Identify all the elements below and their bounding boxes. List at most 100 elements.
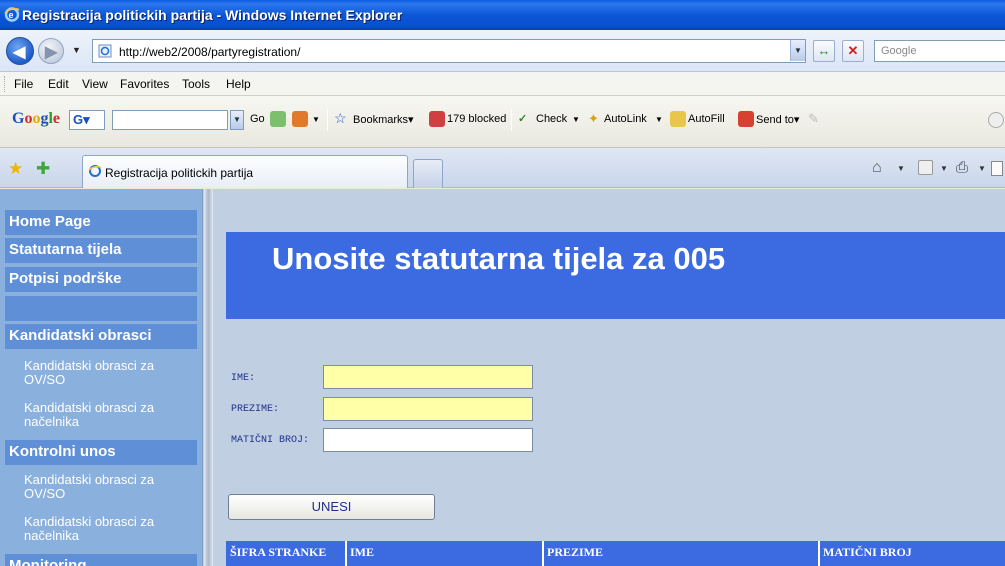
popup-blocker-icon <box>429 111 445 127</box>
google-go-button[interactable]: Go <box>250 113 265 125</box>
page-menu-icon[interactable] <box>991 161 1003 176</box>
prezime-label: PREZIME: <box>231 404 280 415</box>
title-bar: e Registracija politickih partija - Wind… <box>0 0 1005 30</box>
feed-dropdown-icon[interactable]: ▼ <box>940 164 948 173</box>
unesi-button[interactable]: UNESI <box>228 494 435 520</box>
frame-splitter[interactable] <box>204 189 213 566</box>
menu-help[interactable]: Help <box>226 77 251 91</box>
home-dropdown-icon[interactable]: ▼ <box>897 164 905 173</box>
sidebar-item-home[interactable]: Home Page <box>5 210 197 235</box>
sidebar-spacer <box>5 296 197 321</box>
address-url: http://web2/2008/partyregistration/ <box>119 45 301 59</box>
address-input[interactable]: http://web2/2008/partyregistration/ <box>92 39 806 63</box>
ime-input[interactable] <box>323 365 533 389</box>
column-header-prezime[interactable]: PREZIME <box>547 545 603 560</box>
column-separator <box>345 541 347 566</box>
address-dropdown-button[interactable]: ▼ <box>790 40 805 61</box>
toolbar-grip[interactable] <box>4 76 7 92</box>
autolink-icon: ✦ <box>588 111 599 126</box>
bookmarks-button[interactable]: Bookmarks▾ <box>353 113 414 126</box>
sendto-button[interactable]: Send to▾ <box>756 113 799 126</box>
column-header-sifra[interactable]: ŠIFRA STRANKE <box>230 545 326 560</box>
page-content: Home Page Statutarna tijela Potpisi podr… <box>0 189 1005 566</box>
column-separator <box>818 541 820 566</box>
print-icon[interactable]: ⎙ <box>956 159 968 176</box>
page-title: Unosite statutarna tijela za 005 <box>272 241 726 276</box>
toolbar-separator <box>511 109 512 131</box>
prezime-input[interactable] <box>323 397 533 421</box>
window-title: Registracija politickih partija - Window… <box>22 7 403 23</box>
column-header-ime[interactable]: IME <box>350 545 374 560</box>
google-search-dropdown[interactable]: ▼ <box>230 110 244 130</box>
google-search-input[interactable] <box>112 110 228 130</box>
autolink-button[interactable]: AutoLink <box>604 113 647 125</box>
menu-bar: File Edit View Favorites Tools Help <box>0 72 1005 96</box>
sidebar-item-kandidatski-nacelnik[interactable]: Kandidatski obrasci za načelnika <box>5 401 197 429</box>
back-button[interactable]: ◀ <box>6 37 34 65</box>
autofill-button[interactable]: AutoFill <box>688 113 725 125</box>
spellcheck-button[interactable]: Check <box>536 113 567 125</box>
sendto-icon <box>738 111 754 127</box>
browser-window: e Registracija politickih partija - Wind… <box>0 0 1005 566</box>
sidebar-section-kandidatski: Kandidatski obrasci <box>5 324 197 349</box>
add-favorite-icon[interactable]: ✚ <box>36 159 50 179</box>
autolink-dropdown-icon[interactable]: ▼ <box>655 115 663 124</box>
home-icon[interactable]: ⌂ <box>872 159 882 177</box>
new-tab-button[interactable] <box>413 159 443 188</box>
sidebar-item-statutarna[interactable]: Statutarna tijela <box>5 238 197 263</box>
star-icon: ☆ <box>334 110 347 126</box>
menu-edit[interactable]: Edit <box>48 77 69 91</box>
highlight-icon[interactable]: ✎ <box>808 111 819 127</box>
forward-button[interactable]: ▶ <box>38 38 64 64</box>
menu-view[interactable]: View <box>82 77 108 91</box>
menu-favorites[interactable]: Favorites <box>120 77 169 91</box>
page-title-banner: Unosite statutarna tijela za 005 <box>226 232 1005 319</box>
arrow-right-icon: ▶ <box>45 44 58 61</box>
sidebar-item-kandidatski-ov[interactable]: Kandidatski obrasci za OV/SO <box>5 359 197 387</box>
main-panel: Unosite statutarna tijela za 005 IME: PR… <box>213 189 1005 566</box>
tab-active[interactable]: Registracija politickih partija <box>82 155 408 188</box>
news-icon[interactable] <box>292 111 308 127</box>
spellcheck-icon: ✓ <box>518 113 528 125</box>
history-dropdown-icon[interactable]: ▼ <box>72 45 81 55</box>
column-separator <box>542 541 544 566</box>
ime-label: IME: <box>231 373 256 384</box>
news-dropdown-icon[interactable]: ▼ <box>312 115 320 124</box>
search-placeholder: Google <box>881 45 917 57</box>
svg-text:e: e <box>9 10 14 20</box>
maticni-broj-input[interactable] <box>323 428 533 452</box>
refresh-button[interactable]: ↔ <box>813 40 835 62</box>
toolbar-separator <box>327 109 328 131</box>
favorites-star-icon[interactable]: ★ <box>8 159 23 179</box>
check-dropdown-icon[interactable]: ▼ <box>572 115 580 124</box>
sidebar-item-kontrolni-nacelnik[interactable]: Kandidatski obrasci za načelnika <box>5 515 197 543</box>
print-dropdown-icon[interactable]: ▼ <box>978 164 986 173</box>
google-logo: Google <box>12 110 61 127</box>
popup-blocked-count[interactable]: 179 blocked <box>447 113 506 125</box>
maticni-broj-label: MATIČNI BROJ: <box>231 435 310 446</box>
address-toolbar: ◀ ▶ ▼ http://web2/2008/partyregistration… <box>0 30 1005 72</box>
tab-label: Registracija politickih partija <box>105 166 254 180</box>
feed-icon[interactable] <box>918 160 933 175</box>
tab-bar: ★ ✚ Registracija politickih partija ⌂ ▼ … <box>0 148 1005 188</box>
autofill-icon <box>670 111 686 127</box>
google-toolbar: Google G▾ ▼ Go ▼ ☆ Bookmarks▾ 179 blocke… <box>0 96 1005 148</box>
column-header-maticni-broj[interactable]: MATIČNI BROJ <box>823 545 912 560</box>
arrow-left-icon: ◀ <box>13 44 26 61</box>
sidebar-item-potpisi[interactable]: Potpisi podrške <box>5 267 197 292</box>
search-input[interactable]: Google <box>874 40 1005 62</box>
grid-header: ŠIFRA STRANKE IME PREZIME MATIČNI BROJ <box>226 541 1005 566</box>
sidebar-section-monitoring[interactable]: Monitoring <box>5 554 197 566</box>
refresh-icon: ↔ <box>817 43 831 58</box>
menu-file[interactable]: File <box>14 77 33 91</box>
sidebar-nav: Home Page Statutarna tijela Potpisi podr… <box>0 189 203 566</box>
ie-logo-icon: e <box>4 7 20 22</box>
page-icon <box>88 165 102 177</box>
sidebar-item-kontrolni-ov[interactable]: Kandidatski obrasci za OV/SO <box>5 473 197 501</box>
menu-tools[interactable]: Tools <box>182 77 210 91</box>
stop-button[interactable]: ✕ <box>842 40 864 62</box>
settings-icon[interactable] <box>988 112 1004 128</box>
google-menu-button[interactable]: G▾ <box>69 110 105 130</box>
page-icon <box>98 44 112 58</box>
sidebar-section-kontrolni: Kontrolni unos <box>5 440 197 465</box>
